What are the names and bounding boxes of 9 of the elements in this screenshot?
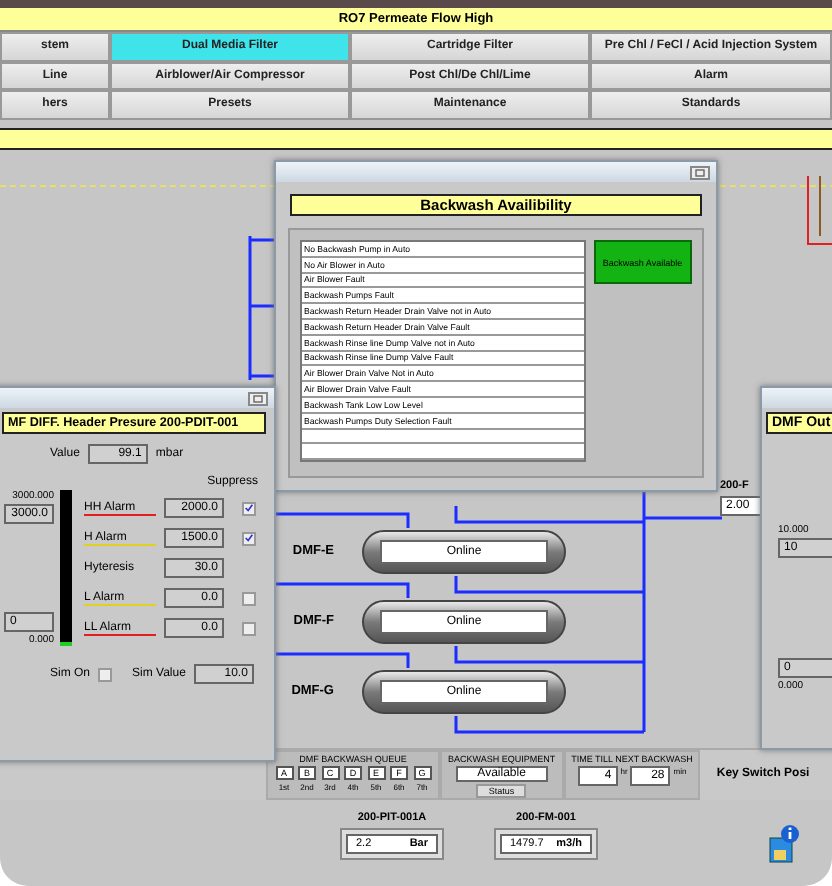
checkbox[interactable] [242,531,256,545]
checkbox[interactable] [242,501,256,515]
restore-icon[interactable] [690,165,710,179]
info-icon[interactable] [768,823,800,863]
restore-icon[interactable] [248,391,268,405]
checkbox[interactable] [98,667,113,681]
checkbox[interactable] [242,591,256,605]
checkbox[interactable] [242,621,256,635]
window-titlebar[interactable] [0,388,274,408]
